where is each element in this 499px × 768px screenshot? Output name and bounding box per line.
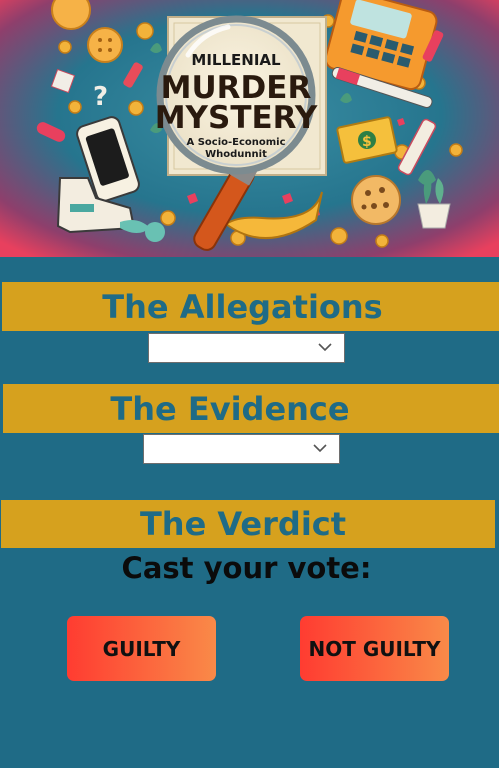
poster-title-line3: MYSTERY: [155, 100, 318, 136]
hero-illustration: ? $ MILLENIAL MURDER MYSTERY A Socio-Eco…: [0, 0, 499, 257]
button-icon: [51, 0, 91, 30]
poster-subtitle-line1: A Socio-Economic: [186, 137, 285, 148]
vote-prompt: Cast your vote:: [121, 551, 372, 585]
poster-title-line1: MILLENIAL: [191, 51, 281, 69]
hero-artwork: ? $ MILLENIAL MURDER MYSTERY A Socio-Eco…: [0, 0, 499, 257]
not-guilty-button-label: NOT GUILTY: [308, 636, 441, 661]
poster-subtitle-line2: Whodunnit: [205, 149, 267, 160]
chevron-down-icon: [313, 444, 327, 453]
cookie-icon: [351, 175, 401, 225]
allegations-heading: The Allegations: [2, 282, 499, 331]
evidence-heading-text: The Evidence: [110, 389, 350, 428]
evidence-heading: The Evidence: [3, 384, 499, 433]
evidence-dropdown[interactable]: [143, 434, 340, 464]
button-icon: [87, 27, 123, 63]
verdict-heading: The Verdict: [1, 500, 495, 548]
chevron-down-icon: [318, 343, 332, 352]
allegations-heading-text: The Allegations: [102, 287, 383, 326]
verdict-heading-text: The Verdict: [139, 505, 347, 543]
svg-text:?: ?: [93, 82, 108, 112]
svg-text:$: $: [362, 134, 372, 150]
guilty-button[interactable]: GUILTY: [67, 616, 216, 681]
allegations-dropdown[interactable]: [148, 333, 345, 363]
guilty-button-label: GUILTY: [102, 636, 181, 661]
not-guilty-button[interactable]: NOT GUILTY: [300, 616, 449, 681]
